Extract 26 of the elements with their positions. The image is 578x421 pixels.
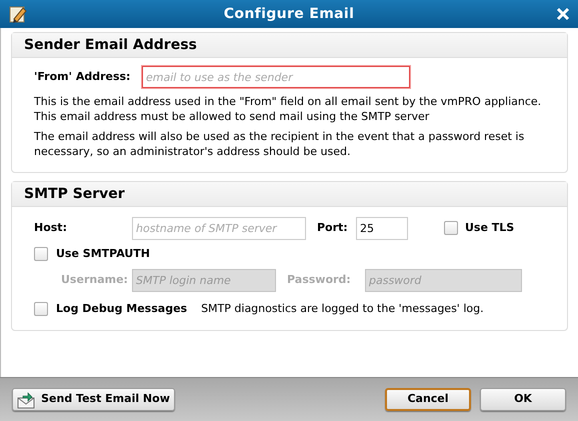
pencil-note-icon [8,4,28,24]
close-icon[interactable] [556,7,570,21]
help-text: The email address will also be used as the recipient in the event that a password reset is necessary, so an administrator's address should be used. [34,129,526,159]
field-label: Username: [61,272,129,288]
checkbox-label: Use SMTPAUTH [56,246,150,262]
field-label: Password: [287,272,352,288]
input-field[interactable]: 25 [356,216,408,240]
help-text: This is the email address used in the "From" field on all email sent by the vmPRO appliance. This email address must be allowed to send mail using the SMTP server [34,94,542,124]
envelope-arrow-icon [17,390,36,408]
input-field[interactable]: hostname of SMTP server [132,216,306,240]
input-field[interactable]: email to use as the sender [142,66,410,88]
field-label: Host: [34,220,68,236]
section-heading: Sender Email Address [12,33,567,58]
section-heading: SMTP Server [12,182,567,207]
checkbox[interactable] [34,247,48,262]
checkbox[interactable] [34,302,48,316]
checkbox-label: Use TLS [465,220,514,236]
checkbox[interactable] [444,221,458,235]
window-title: Configure Email [222,4,356,24]
field-label: Port: [317,220,349,236]
send-test-button[interactable]: Send Test Email Now [12,388,175,411]
help-text: SMTP diagnostics are logged to the 'messages' log. [201,300,484,316]
field-label: 'From' Address: [34,68,132,85]
ok-button[interactable]: OK [480,388,566,411]
cancel-button[interactable]: Cancel [385,388,471,411]
checkbox-label: Log Debug Messages [56,300,188,316]
